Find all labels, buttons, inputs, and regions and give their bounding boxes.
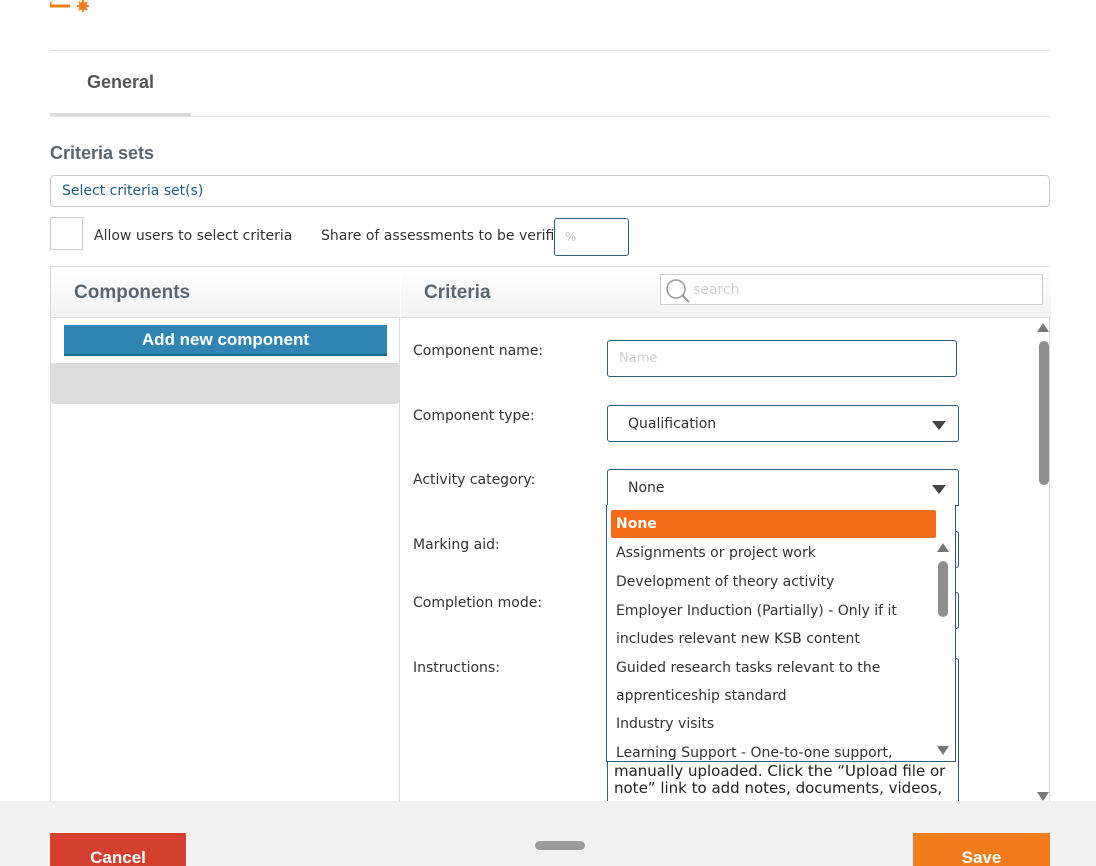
- allow-select-criteria-checkbox[interactable]: [50, 217, 83, 250]
- tab-divider: [50, 116, 1050, 117]
- tab-general[interactable]: General: [50, 51, 191, 116]
- components-column: Components Add new component: [51, 267, 400, 805]
- dropdown-option-label: Learning Support - One-to-one support,: [616, 745, 893, 761]
- scroll-down-icon[interactable]: [937, 746, 949, 755]
- component-type-select[interactable]: Qualification: [607, 405, 959, 442]
- dropdown-option-label: Development of theory activity: [616, 574, 835, 590]
- dropdown-option-label: Industry visits: [616, 716, 715, 732]
- criteria-set-select[interactable]: Select criteria set(s): [50, 175, 1050, 207]
- scroll-down-icon[interactable]: [1037, 792, 1049, 801]
- dropdown-option-label: Guided research tasks relevant to the: [616, 660, 881, 676]
- criteria-search-input[interactable]: [693, 279, 1033, 301]
- allow-select-criteria-label: Allow users to select criteria: [94, 228, 293, 244]
- activity-category-value: None: [628, 479, 665, 496]
- component-name-label: Component name:: [413, 343, 544, 359]
- components-header: Components: [51, 267, 400, 318]
- dropdown-option-label: Employer Induction (Partially) - Only if…: [616, 603, 897, 619]
- component-type-value: Qualification: [628, 415, 717, 432]
- dropdown-option[interactable]: Development of theory activity: [611, 568, 936, 596]
- criteria-header: Criteria: [401, 267, 1051, 318]
- chevron-down-icon: [932, 485, 946, 494]
- activity-category-label: Activity category:: [413, 472, 536, 488]
- activity-category-dropdown: None Assignments or project work Develop…: [606, 505, 956, 762]
- dropdown-option-label: includes relevant new KSB content: [616, 631, 860, 647]
- dropdown-scroll-thumb[interactable]: [938, 561, 948, 617]
- criteria-scroll-thumb[interactable]: [1039, 341, 1049, 485]
- dropdown-option[interactable]: Guided research tasks relevant to the ap…: [611, 654, 936, 710]
- criteria-search[interactable]: [660, 274, 1043, 305]
- logo-icon: [50, 0, 89, 12]
- top-divider: [50, 50, 1050, 51]
- share-verified-label: Share of assessments to be verified: [321, 228, 572, 244]
- save-button[interactable]: Save: [913, 833, 1050, 866]
- scroll-up-icon[interactable]: [937, 543, 949, 552]
- drag-handle-icon[interactable]: [535, 841, 585, 850]
- component-name-input[interactable]: [607, 340, 957, 377]
- completion-mode-label: Completion mode:: [413, 595, 543, 611]
- instructions-text: manually uploaded. Click the “Upload fil…: [614, 762, 946, 797]
- dropdown-option[interactable]: Assignments or project work: [611, 539, 936, 567]
- components-title: Components: [74, 282, 191, 303]
- component-list-item[interactable]: [51, 363, 400, 404]
- criteria-set-select-label: Select criteria set(s): [62, 183, 204, 199]
- scroll-up-icon[interactable]: [1037, 323, 1049, 332]
- component-type-label: Component type:: [413, 408, 535, 424]
- dropdown-option[interactable]: Industry visits: [611, 710, 936, 738]
- marking-aid-label: Marking aid:: [413, 537, 500, 553]
- criteria-title: Criteria: [424, 282, 491, 303]
- add-component-button[interactable]: Add new component: [64, 325, 387, 356]
- cancel-button[interactable]: Cancel: [50, 833, 186, 866]
- chevron-down-icon: [932, 421, 946, 430]
- dropdown-option[interactable]: Learning Support - One-to-one support,: [611, 739, 936, 761]
- dropdown-option[interactable]: None: [611, 510, 936, 538]
- share-verified-input[interactable]: [554, 218, 629, 256]
- activity-category-select[interactable]: None: [607, 469, 959, 506]
- dropdown-option-label: apprenticeship standard: [616, 688, 787, 704]
- dropdown-option-label: Assignments or project work: [616, 545, 816, 561]
- footer-bar: Cancel Save: [0, 801, 1096, 866]
- dropdown-scrollbar[interactable]: [937, 543, 949, 755]
- criteria-sets-title: Criteria sets: [50, 143, 155, 163]
- criteria-scrollbar[interactable]: [1037, 323, 1049, 801]
- instructions-label: Instructions:: [413, 660, 500, 676]
- search-icon: [666, 279, 690, 303]
- dropdown-option[interactable]: Employer Induction (Partially) - Only if…: [611, 597, 936, 653]
- dropdown-option-label: None: [616, 516, 657, 532]
